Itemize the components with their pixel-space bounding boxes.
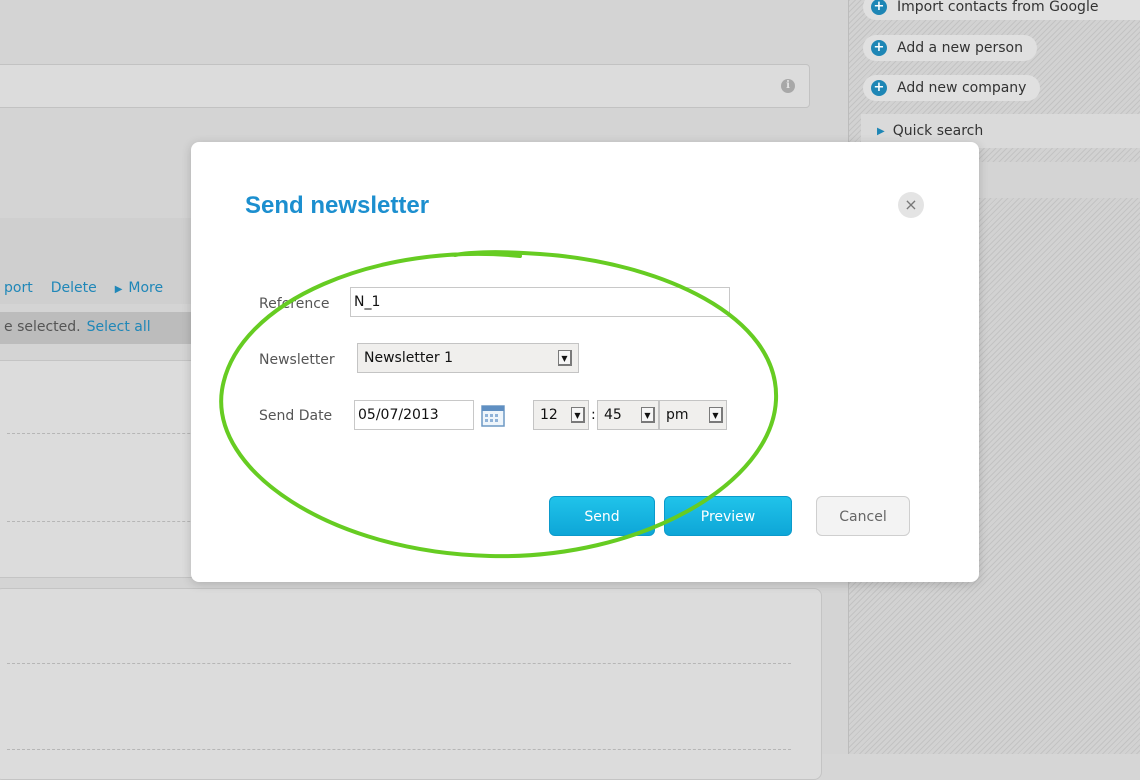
send-newsletter-dialog: Send newsletter × Reference Newsletter N…: [191, 142, 979, 582]
send-date-input[interactable]: [354, 400, 474, 430]
reference-input[interactable]: [350, 287, 730, 317]
sidebar-item-label: Import contacts from Google: [897, 0, 1099, 15]
preview-button[interactable]: Preview: [664, 496, 792, 536]
select-all-link[interactable]: Select all: [87, 319, 151, 335]
chevron-down-icon: ▼: [709, 407, 723, 423]
newsletter-select[interactable]: Newsletter 1 ▼: [357, 343, 579, 373]
export-link[interactable]: port: [4, 280, 33, 296]
caret-right-icon: ▶: [877, 125, 885, 137]
more-link[interactable]: More: [128, 280, 163, 296]
selection-text: e selected.: [4, 319, 81, 335]
newsletter-label: Newsletter: [259, 352, 335, 368]
chevron-down-icon: ▼: [571, 407, 585, 423]
dialog-title: Send newsletter: [245, 192, 430, 219]
plus-icon: +: [871, 40, 887, 56]
add-company-button[interactable]: + Add new company: [863, 75, 1041, 101]
import-google-contacts-button[interactable]: + Import contacts from Google: [863, 0, 1140, 20]
caret-right-icon: ▶: [114, 284, 123, 295]
send-button[interactable]: Send: [549, 496, 655, 536]
ampm-value: pm: [666, 407, 689, 423]
row-divider: [7, 749, 791, 750]
cancel-button[interactable]: Cancel: [816, 496, 910, 536]
hour-select[interactable]: 12 ▼: [533, 400, 589, 430]
info-icon[interactable]: i: [781, 79, 795, 93]
chevron-down-icon: ▼: [558, 350, 572, 366]
sidebar-item-label: Add a new person: [897, 40, 1023, 56]
sidebar-item-label: Add new company: [897, 80, 1027, 96]
delete-link[interactable]: Delete: [51, 280, 97, 296]
minute-value: 45: [604, 407, 622, 423]
calendar-icon[interactable]: [481, 405, 505, 427]
ampm-select[interactable]: pm ▼: [659, 400, 727, 430]
search-bar[interactable]: i: [0, 64, 810, 108]
newsletter-selected-value: Newsletter 1: [364, 350, 454, 366]
chevron-down-icon: ▼: [641, 407, 655, 423]
row-divider: [7, 663, 791, 664]
add-person-button[interactable]: + Add a new person: [863, 35, 1037, 61]
reference-label: Reference: [259, 296, 330, 312]
time-separator: :: [591, 407, 596, 423]
hour-value: 12: [540, 407, 558, 423]
details-panel: [0, 588, 822, 780]
plus-icon: +: [871, 80, 887, 96]
minute-select[interactable]: 45 ▼: [597, 400, 659, 430]
quick-search-label: Quick search: [892, 123, 984, 139]
plus-icon: +: [871, 0, 887, 15]
top-bar: [0, 0, 848, 10]
send-date-label: Send Date: [259, 408, 333, 424]
bulk-actions: port Delete ▶ More: [4, 280, 181, 296]
close-icon[interactable]: ×: [898, 192, 924, 218]
